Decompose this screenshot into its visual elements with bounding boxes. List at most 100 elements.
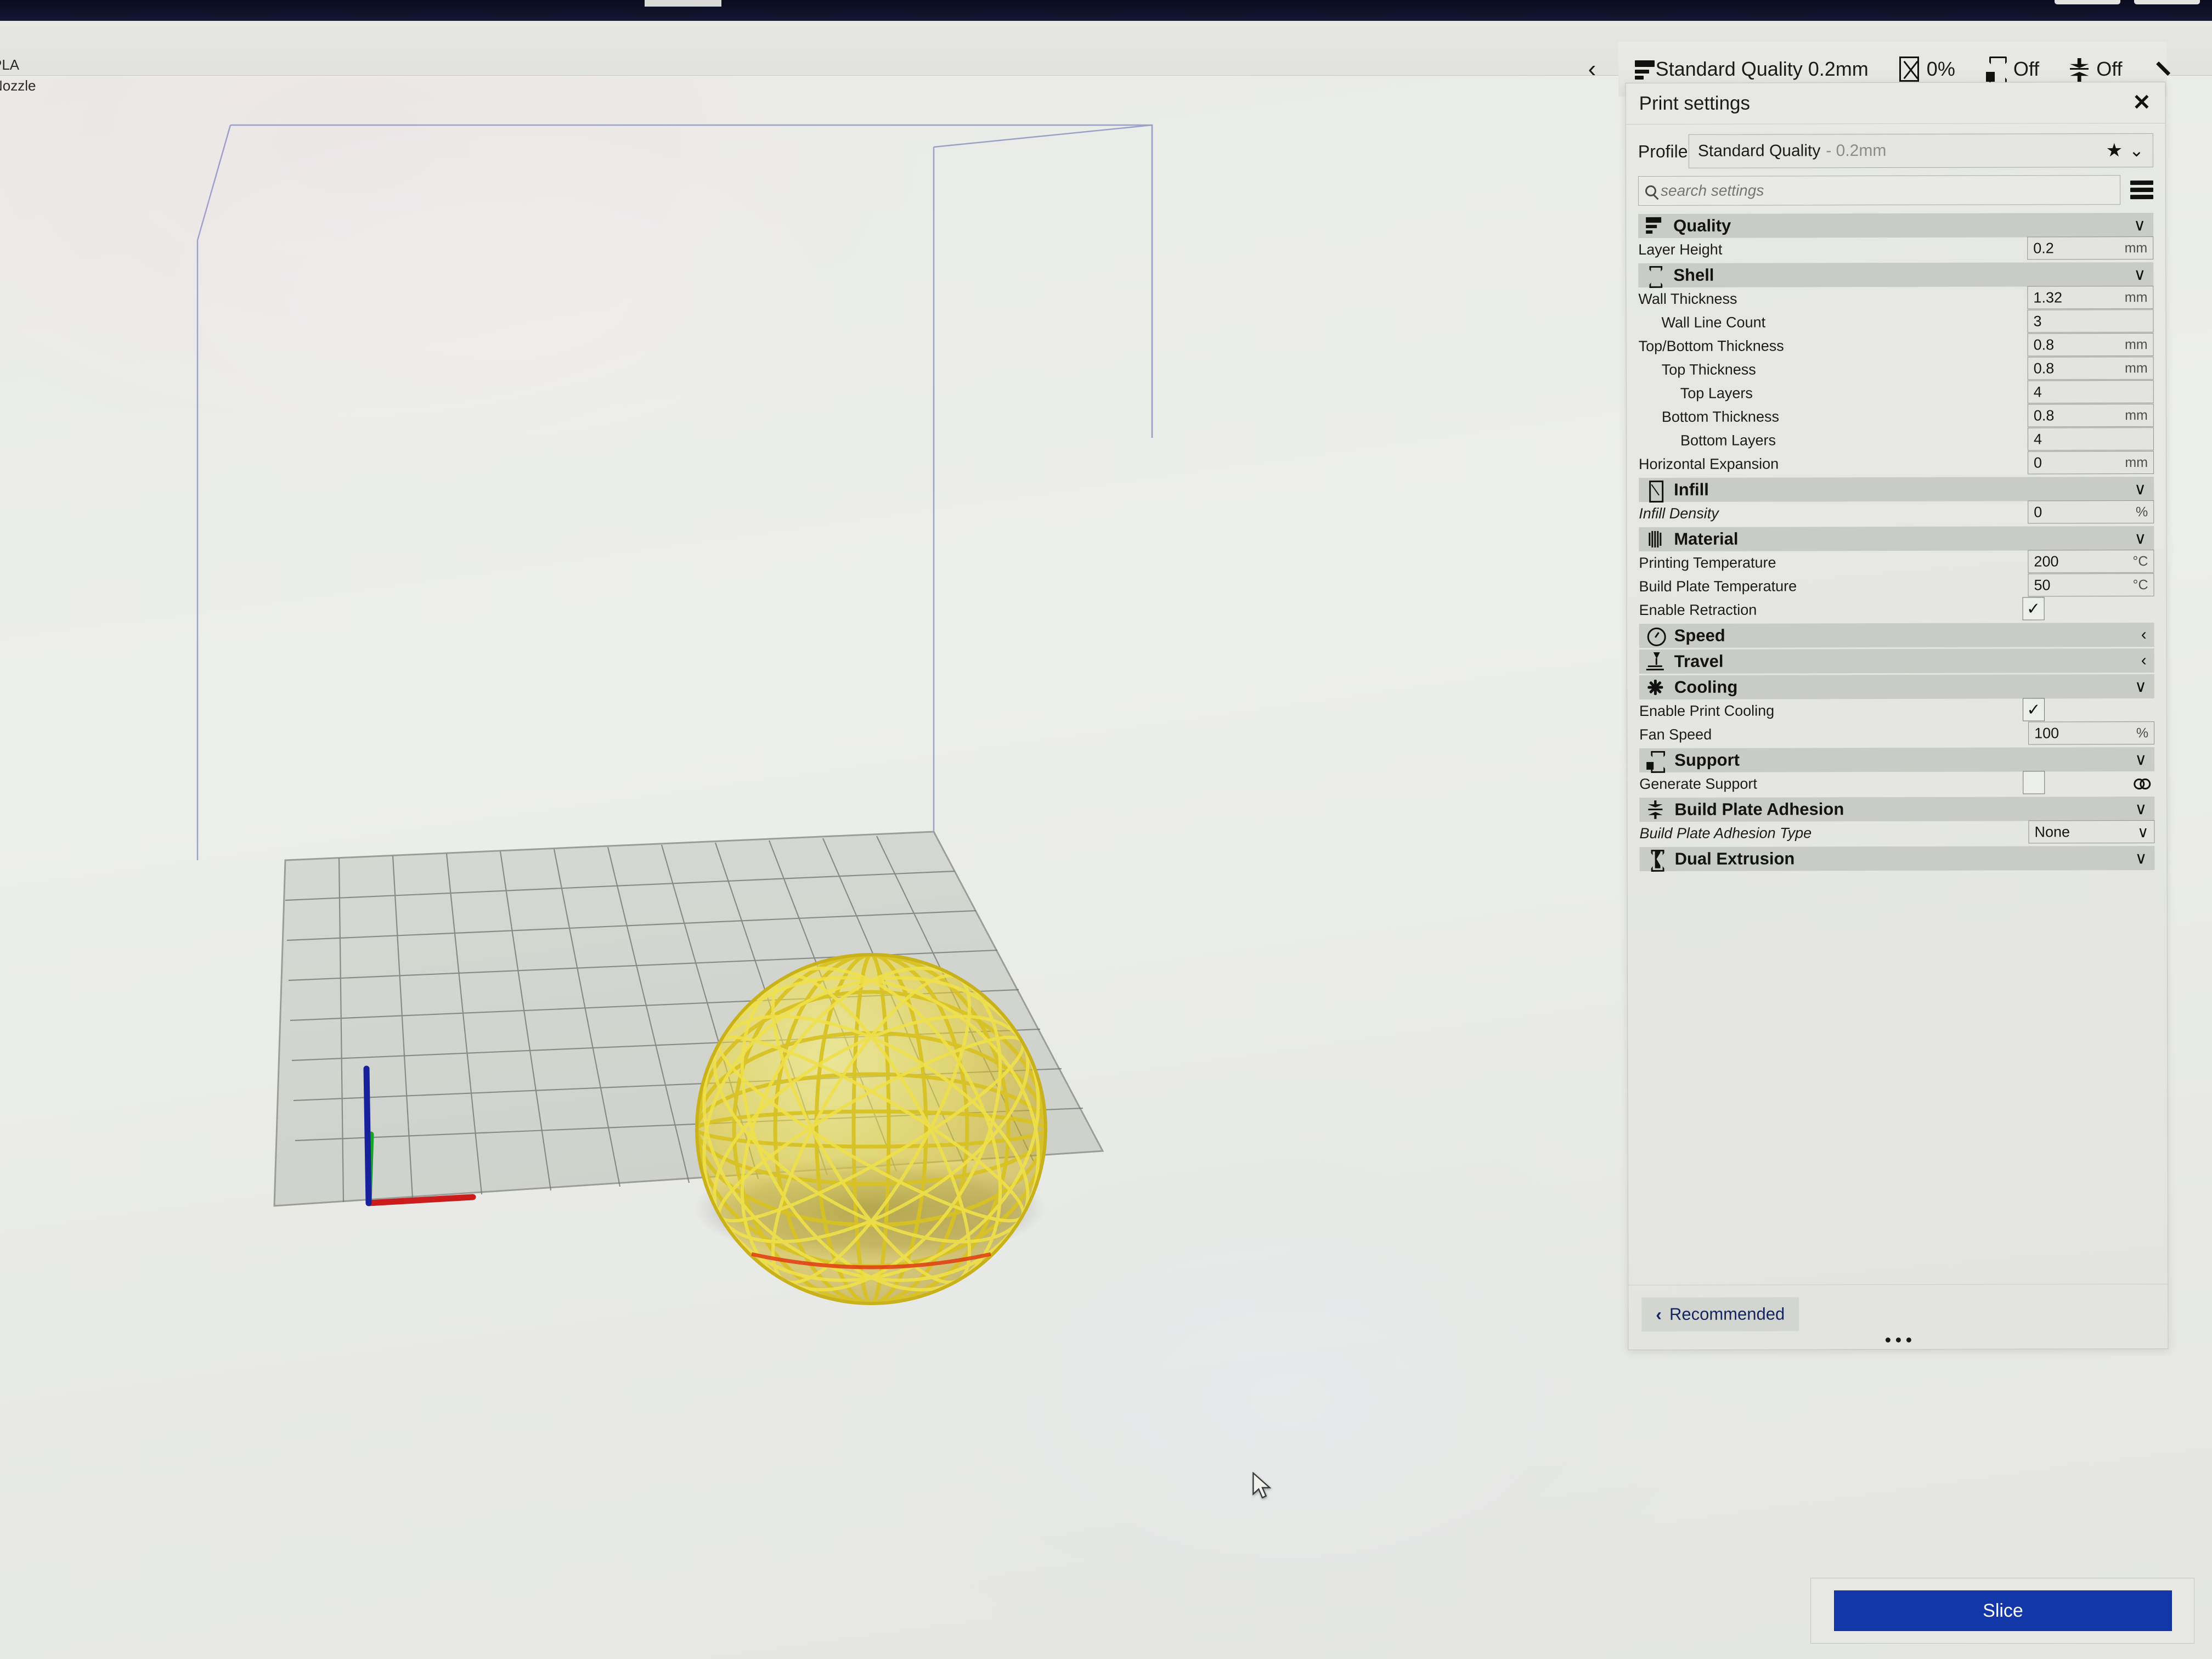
chrome-button-one[interactable] <box>2055 0 2120 4</box>
drag-handle-icon[interactable] <box>1885 1337 1911 1343</box>
category-label: Build Plate Adhesion <box>1674 799 1844 819</box>
search-input[interactable] <box>1660 181 2114 200</box>
adhesion-icon <box>2070 57 2089 82</box>
adhesion-stat[interactable]: Off <box>2070 57 2123 82</box>
setting-label: Horizontal Expansion <box>1639 455 1779 472</box>
infill-stat[interactable]: 0% <box>1899 57 1955 82</box>
page-title: Print settings <box>1639 92 1751 114</box>
setting-label: Bottom Thickness <box>1661 408 1779 425</box>
setting-checkbox[interactable] <box>2023 771 2045 794</box>
pencil-icon[interactable] <box>2155 58 2167 80</box>
chevron-down-icon[interactable]: ∨ <box>2135 750 2147 769</box>
setting-checkbox[interactable]: ✓ <box>2022 698 2045 721</box>
settings-category-dual[interactable]: Dual Extrusion ∨ <box>1639 846 2155 871</box>
chevron-down-icon[interactable]: ∨ <box>2134 529 2146 548</box>
print-settings-panel: Print settings ✕ Profile Standard Qualit… <box>1625 81 2169 1351</box>
settings-category-material[interactable]: Material ∨ <box>1639 526 2154 551</box>
setting-value: 1.32 <box>2033 289 2062 306</box>
category-label: Infill <box>1674 479 1709 499</box>
chevron-down-icon[interactable]: ∨ <box>2135 849 2147 868</box>
setting-unit: mm <box>2124 360 2148 376</box>
setting-field[interactable]: 100% <box>2028 721 2155 745</box>
chevron-down-icon[interactable]: ∨ <box>2134 265 2146 284</box>
category-label: Cooling <box>1674 677 1738 697</box>
support-stat-value: Off <box>2013 58 2040 80</box>
profile-select[interactable]: Standard Quality - 0.2mm ★ ⌄ <box>1688 133 2153 168</box>
recommended-button[interactable]: ‹ Recommended <box>1641 1297 1799 1331</box>
setting-field[interactable]: 4 <box>2027 380 2154 404</box>
setting-value: 0 <box>2034 454 2042 471</box>
search-icon <box>1645 185 1657 196</box>
setting-label: Bottom Layers <box>1680 432 1776 449</box>
chevron-down-icon[interactable]: ⌄ <box>2129 140 2144 160</box>
close-icon[interactable]: ✕ <box>2132 91 2151 115</box>
setting-label: Top/Bottom Thickness <box>1638 337 1784 354</box>
setting-field[interactable]: 0.8 mm <box>2027 357 2154 380</box>
setting-field[interactable]: 0.8 mm <box>2027 333 2154 357</box>
setting-value: 0.8 <box>2033 359 2055 376</box>
settings-category-shell[interactable]: Shell ∨ <box>1638 262 2154 287</box>
settings-category-speed[interactable]: Speed ‹ <box>1639 623 2154 648</box>
search-box[interactable] <box>1638 175 2121 206</box>
chevron-left-icon[interactable]: ‹ <box>2141 625 2147 644</box>
settings-category-adhesion[interactable]: Build Plate Adhesion ∨ <box>1639 797 2155 822</box>
search-row <box>1626 173 2165 212</box>
setting-field[interactable]: 0.2 mm <box>2027 236 2154 260</box>
shell-icon <box>1645 266 1663 285</box>
setting-label: Build Plate Temperature <box>1639 578 1797 595</box>
setting-value: 50 <box>2034 576 2051 593</box>
setting-field[interactable]: 4 <box>2027 427 2154 451</box>
link-icon[interactable] <box>2134 777 2149 789</box>
setting-field[interactable]: 3 <box>2027 309 2154 333</box>
setting-label: Enable Print Cooling <box>1639 702 1775 719</box>
setting-field[interactable]: 200 °C <box>2028 550 2154 573</box>
build-volume-box <box>196 124 1153 910</box>
setting-row-icons <box>2134 777 2154 789</box>
category-label: Dual Extrusion <box>1674 849 1795 868</box>
setting-field[interactable]: 0.8 mm <box>2027 404 2154 427</box>
support-stat[interactable]: Off <box>1985 57 2040 82</box>
setting-unit: mm <box>2125 407 2148 423</box>
chevron-down-icon[interactable]: ∨ <box>2135 799 2147 819</box>
panel-footer: ‹ Recommended <box>1628 1283 2168 1350</box>
setting-field[interactable]: 1.32 mm <box>2027 286 2154 309</box>
profile-value: Standard Quality <box>1697 142 1821 160</box>
setting-row: Wall Line Count 3 <box>1638 309 2154 335</box>
setting-checkbox[interactable]: ✓ <box>2022 597 2045 620</box>
hamburger-menu-icon[interactable] <box>2130 180 2154 200</box>
setting-label: Wall Line Count <box>1661 314 1766 331</box>
browser-tab[interactable] <box>645 0 721 7</box>
quality-layers-icon <box>1634 57 1655 81</box>
setting-value: 200 <box>2034 552 2059 569</box>
chevron-left-icon[interactable]: ‹ <box>1576 55 1609 83</box>
setting-label: Layer Height <box>1638 241 1723 258</box>
slice-button[interactable]: Slice <box>1834 1590 2172 1631</box>
setting-field[interactable]: 0% <box>2028 500 2154 524</box>
setting-label: Infill Density <box>1639 505 1719 522</box>
category-label: Support <box>1674 750 1740 770</box>
chrome-button-two[interactable] <box>2134 0 2200 4</box>
chevron-down-icon[interactable]: ∨ <box>2134 216 2146 235</box>
chevron-down-icon[interactable]: ∨ <box>2134 479 2146 499</box>
chevron-down-icon: ∨ <box>2137 823 2149 840</box>
app-top-bar: PLA Nozzle ‹ Standard Quality 0.2mm 0% O… <box>0 21 2212 97</box>
material-summary[interactable]: PLA Nozzle <box>0 55 58 96</box>
setting-field[interactable]: 50 °C <box>2028 573 2154 597</box>
quality-icon <box>1645 216 1663 236</box>
chevron-left-icon[interactable]: ‹ <box>2141 651 2147 670</box>
settings-category-cooling[interactable]: Cooling ∨ <box>1639 674 2154 699</box>
setting-dropdown[interactable]: None ∨ <box>2028 820 2155 844</box>
infill-stat-value: 0% <box>1926 58 1955 80</box>
settings-category-infill[interactable]: Infill ∨ <box>1639 477 2154 502</box>
settings-category-travel[interactable]: Travel ‹ <box>1639 648 2154 674</box>
settings-category-quality[interactable]: Quality ∨ <box>1638 213 2154 238</box>
3d-viewport[interactable] <box>0 76 1618 1659</box>
monitor-screen: PLA Nozzle ‹ Standard Quality 0.2mm 0% O… <box>0 0 2212 1659</box>
setting-field[interactable]: 0 mm <box>2027 451 2154 475</box>
setting-unit: °C <box>2132 577 2148 592</box>
z-axis <box>363 1065 372 1206</box>
settings-category-support[interactable]: Support ∨ <box>1639 747 2155 772</box>
chevron-down-icon[interactable]: ∨ <box>2135 677 2147 696</box>
profile-row: Profile Standard Quality - 0.2mm ★ ⌄ <box>1626 123 2165 174</box>
star-icon[interactable]: ★ <box>2106 140 2123 161</box>
